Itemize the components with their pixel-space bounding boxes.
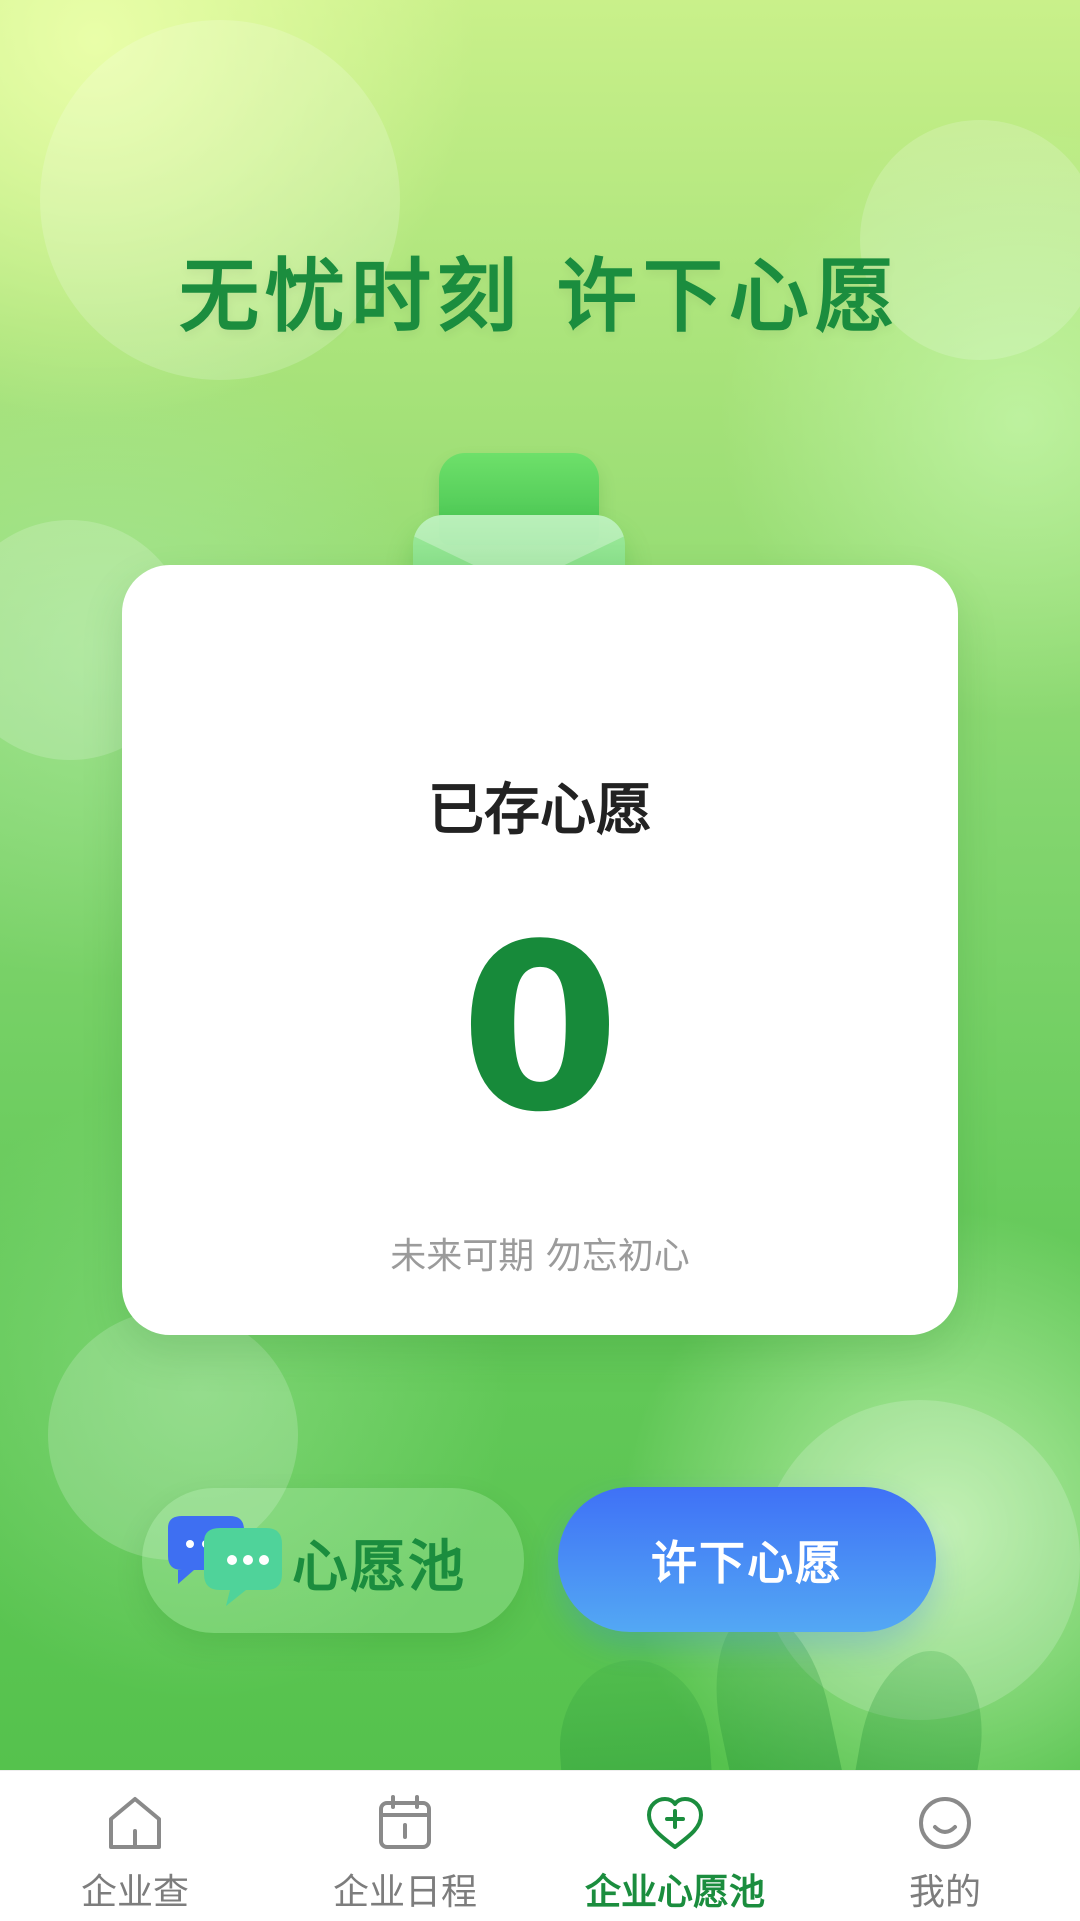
wish-pool-label: 心愿池 (292, 1535, 466, 1600)
card-subtitle: 未来可期 勿忘初心 (390, 1236, 690, 1277)
nav-item-company-search[interactable]: 企业查 (0, 1771, 270, 1921)
heart-plus-icon (647, 1797, 703, 1849)
nav-item-company-wish-pool[interactable]: 企业心愿池 (540, 1771, 810, 1921)
nav-label: 我的 (908, 1872, 981, 1913)
calendar-icon (379, 1795, 431, 1849)
nav-item-me[interactable]: 我的 (810, 1771, 1080, 1921)
nav-label: 企业日程 (332, 1872, 477, 1913)
bottom-nav: 企业查 企业日程 企业心愿池 我的 (0, 1770, 1080, 1921)
leaf-decor (553, 1654, 717, 1770)
nav-label: 企业查 (80, 1872, 189, 1913)
wish-card: 已存心愿 0 未来可期 勿忘初心 (122, 565, 958, 1335)
chat-bubbles-icon (168, 1516, 282, 1606)
nav-label-active: 企业心愿池 (584, 1872, 765, 1913)
nav-item-company-schedule[interactable]: 企业日程 (270, 1771, 540, 1921)
smile-icon (919, 1797, 971, 1849)
card-title: 已存心愿 (428, 778, 652, 843)
saved-wish-count: 0 (459, 896, 621, 1163)
make-wish-button[interactable]: 许下心愿 (558, 1487, 936, 1632)
home-icon (109, 1797, 161, 1849)
hero-title: 无忧时刻 许下心愿 (179, 250, 901, 343)
wish-pool-button[interactable]: 心愿池 (142, 1488, 524, 1633)
